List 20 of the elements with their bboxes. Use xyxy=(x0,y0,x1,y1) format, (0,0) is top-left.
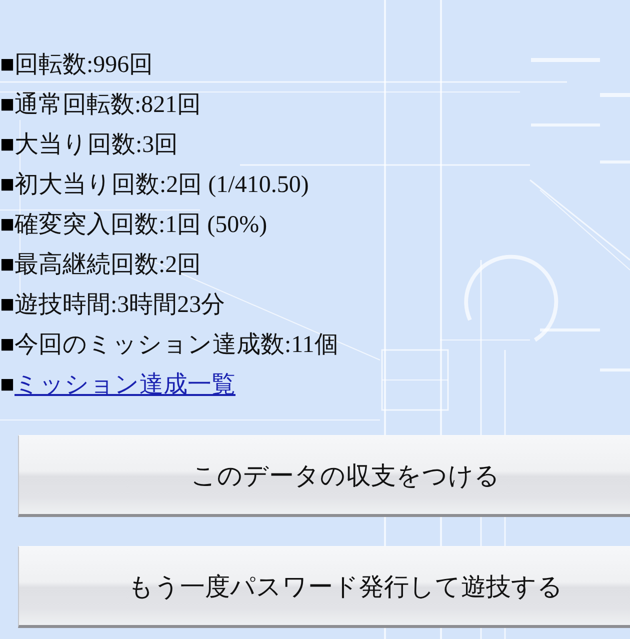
stat-text: 回転数:996回 xyxy=(14,50,154,80)
stat-text: 大当り回数:3回 xyxy=(14,130,178,160)
action-button[interactable]: このデータの収支をつける xyxy=(18,435,630,517)
square-bullet: ■ xyxy=(0,333,14,357)
action-button[interactable]: もう一度パスワード発行して遊技する xyxy=(18,546,630,628)
square-bullet: ■ xyxy=(0,133,14,157)
square-bullet: ■ xyxy=(0,173,14,197)
stat-text: 遊技時間:3時間23分 xyxy=(14,290,226,320)
stat-text: 最高継続回数:2回 xyxy=(14,250,202,280)
square-bullet: ■ xyxy=(0,93,14,117)
square-bullet: ■ xyxy=(0,253,14,277)
square-bullet: ■ xyxy=(0,213,14,237)
stat-text: 通常回転数:821回 xyxy=(14,90,202,120)
square-bullet: ■ xyxy=(0,53,14,77)
stat-text: 初大当り回数:2回 (1/410.50) xyxy=(14,170,309,200)
square-bullet: ■ xyxy=(0,373,14,397)
stat-text: 今回のミッション達成数:11個 xyxy=(14,330,338,360)
square-bullet: ■ xyxy=(0,293,14,317)
mission-list-link[interactable]: ミッション達成一覧 xyxy=(14,370,236,400)
stat-text: 確変突入回数:1回 (50%) xyxy=(14,210,268,240)
